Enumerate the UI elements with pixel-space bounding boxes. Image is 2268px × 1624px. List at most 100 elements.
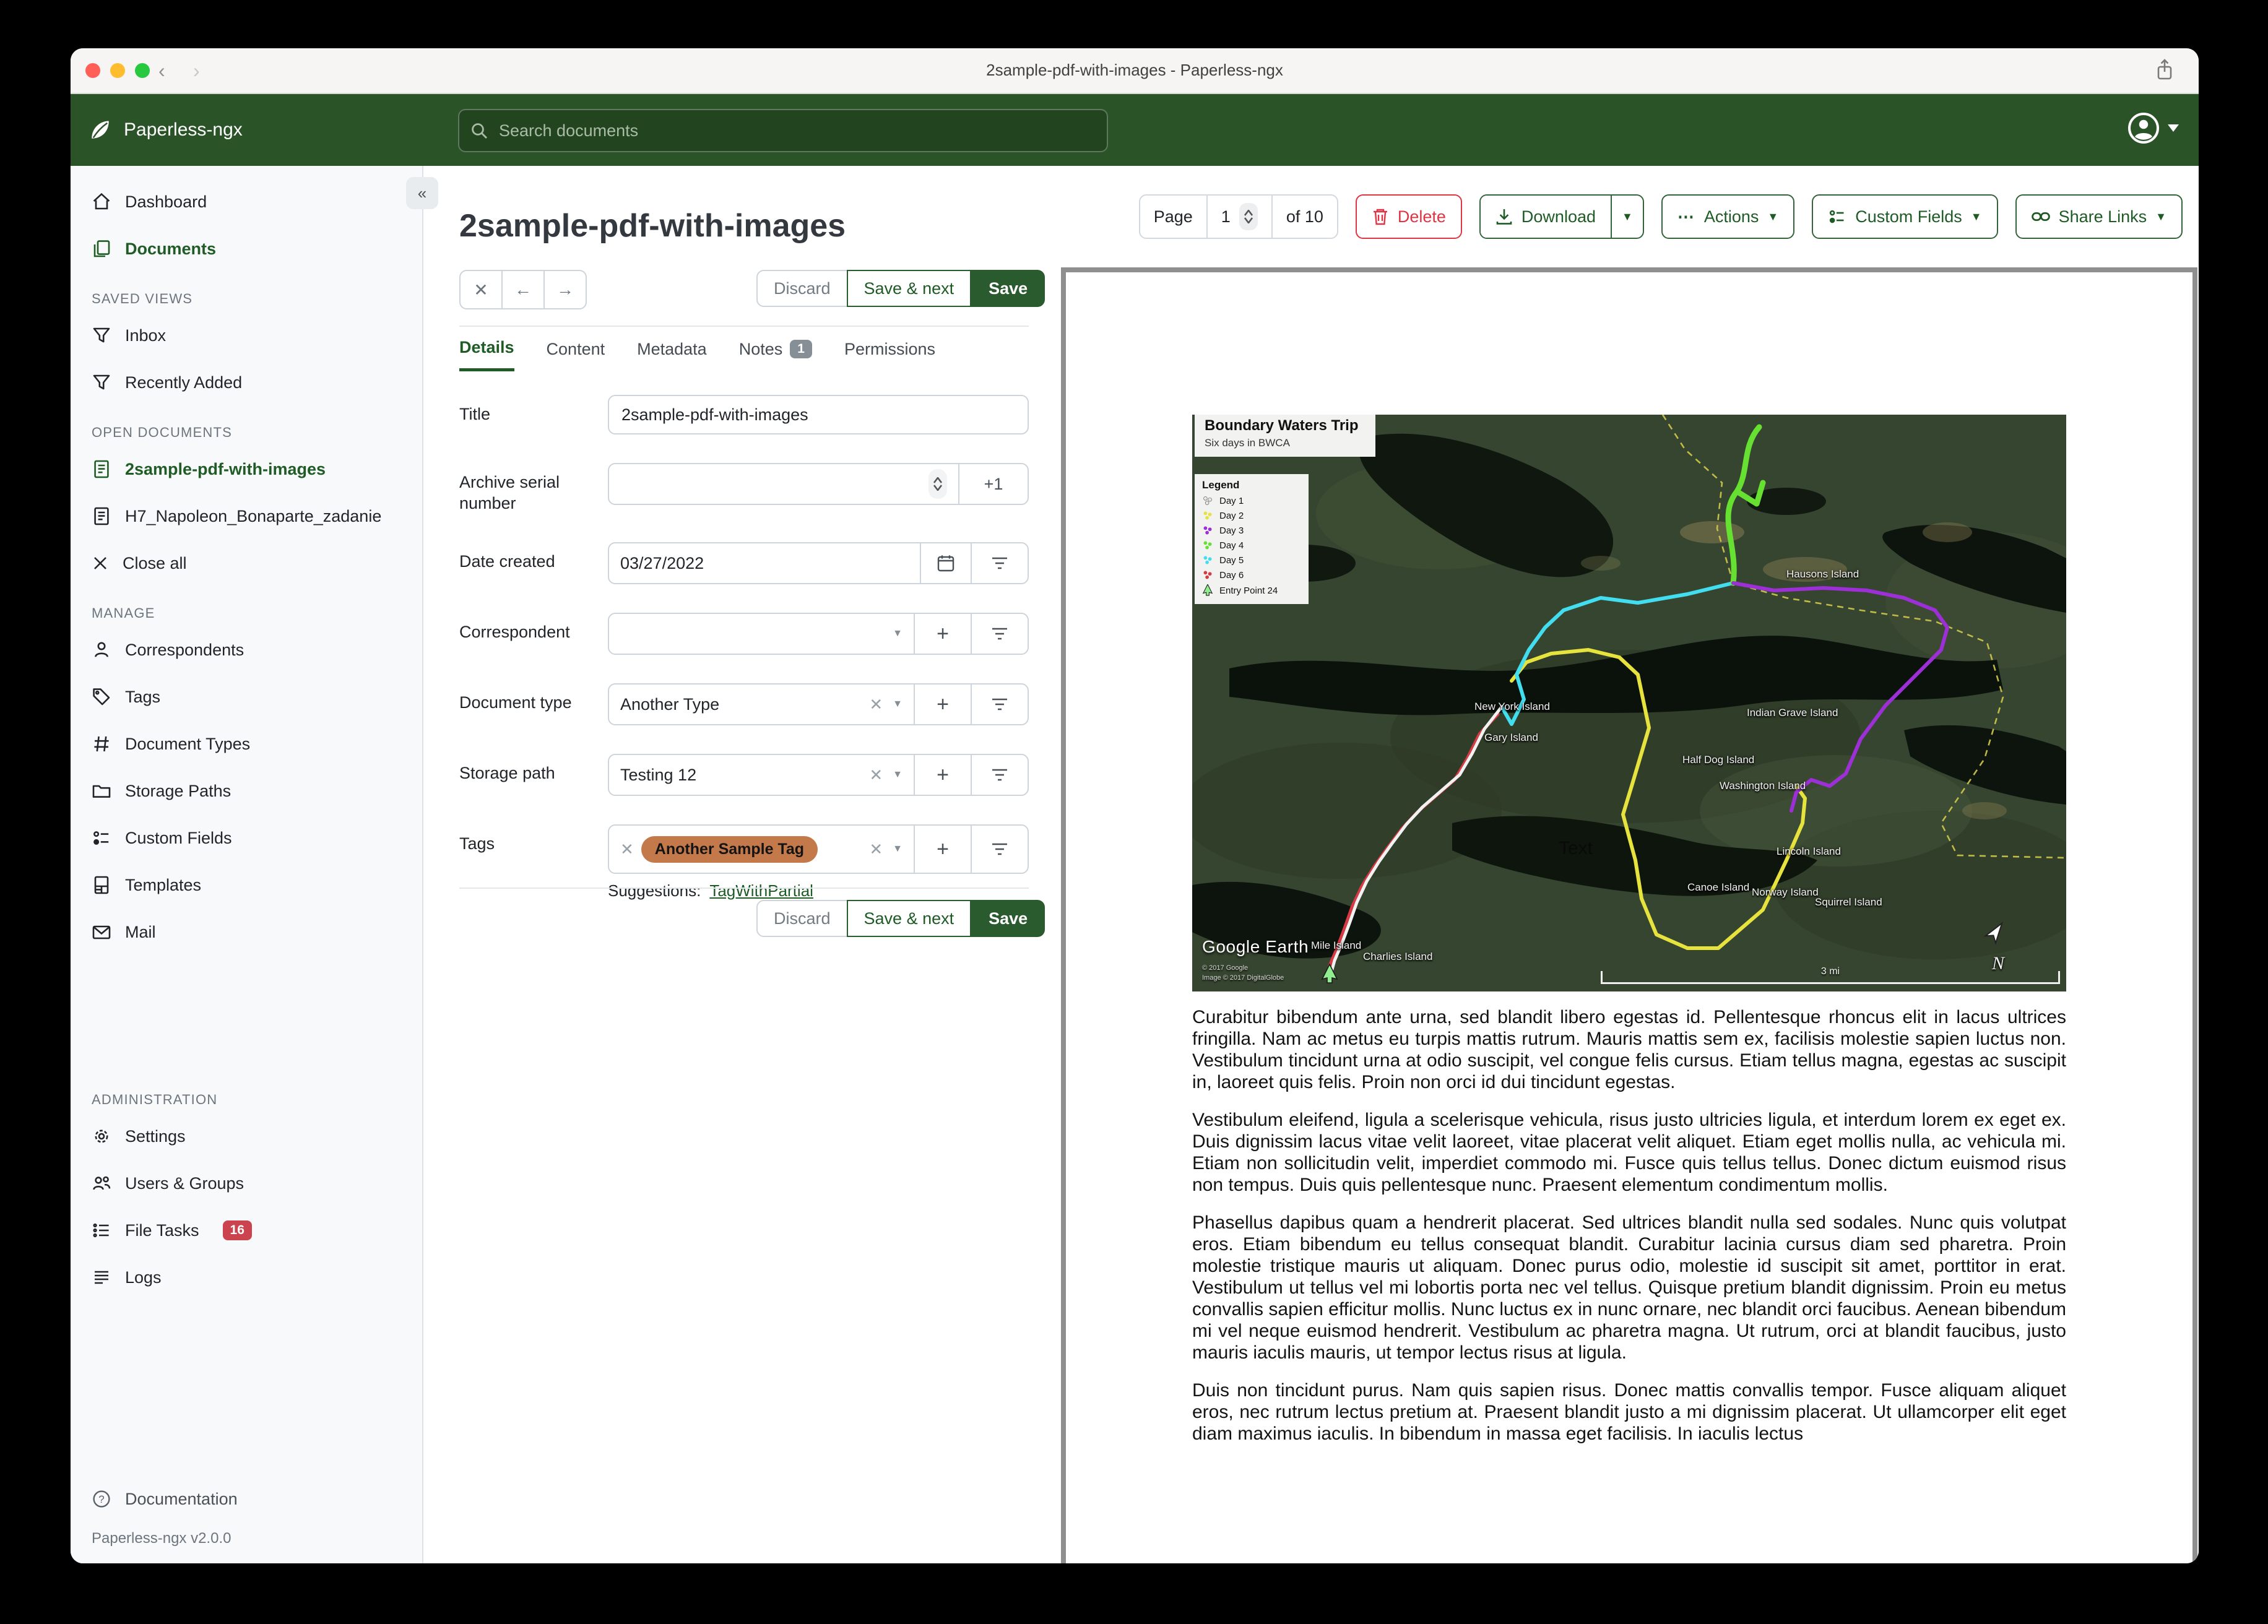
download-caret-button[interactable]: ▼ — [1611, 196, 1643, 238]
document-type-filter-button[interactable] — [971, 685, 1028, 724]
save-button[interactable]: Save — [971, 270, 1045, 307]
search-bar — [458, 109, 1108, 152]
clear-icon[interactable]: ✕ — [869, 840, 883, 859]
remove-tag-icon[interactable]: ✕ — [620, 840, 634, 859]
add-storage-path-button[interactable]: + — [914, 755, 971, 795]
title-input[interactable] — [608, 395, 1029, 434]
sidebar-item-open-doc-2[interactable]: H7_Napoleon_Bonaparte_zadanie — [71, 493, 422, 540]
document-toolbar: Page 1 of 10 Delete Download ▼ ⋯ Actions… — [1138, 194, 2183, 239]
close-document-button[interactable]: ✕ — [461, 271, 501, 308]
window-title: 2sample-pdf-with-images - Paperless-ngx — [986, 61, 1283, 79]
sidebar-collapse-button[interactable]: « — [406, 177, 438, 209]
clear-icon[interactable]: ✕ — [869, 695, 883, 714]
sidebar-item-file-tasks[interactable]: File Tasks 16 — [71, 1207, 422, 1254]
sidebar-item-close-all[interactable]: Close all — [71, 540, 422, 587]
sidebar-item-correspondents[interactable]: Correspondents — [71, 626, 422, 673]
download-button[interactable]: Download — [1480, 196, 1611, 238]
user-menu[interactable] — [2127, 111, 2179, 145]
save-button[interactable]: Save — [971, 900, 1045, 937]
tags-select[interactable]: ✕ Another Sample Tag ✕ ▼ — [609, 826, 914, 873]
tab-label: Content — [546, 339, 605, 358]
north-label: N — [1991, 953, 2004, 974]
add-document-type-button[interactable]: + — [914, 685, 971, 724]
trash-icon — [1373, 209, 1387, 225]
add-correspondent-button[interactable]: + — [914, 614, 971, 654]
paperless-leaf-logo-icon — [92, 121, 109, 139]
app-header: Paperless-ngx — [71, 94, 2199, 166]
sidebar-item-settings[interactable]: Settings — [71, 1113, 422, 1160]
document-type-select[interactable]: Another Type ✕ ▼ — [609, 685, 914, 724]
storage-path-select[interactable]: Testing 12 ✕ ▼ — [609, 755, 914, 795]
sidebar-item-inbox[interactable]: Inbox — [71, 312, 422, 359]
number-stepper[interactable] — [928, 469, 947, 499]
tab-notes[interactable]: Notes 1 — [739, 338, 812, 371]
asn-plus-one-button[interactable]: +1 — [958, 464, 1028, 504]
add-tag-button[interactable]: + — [914, 826, 971, 873]
tab-permissions[interactable]: Permissions — [844, 338, 935, 371]
sidebar-item-document-types[interactable]: Document Types — [71, 720, 422, 767]
previous-document-button[interactable]: ← — [501, 271, 543, 308]
save-and-next-button[interactable]: Save & next — [846, 270, 972, 307]
storage-path-filter-button[interactable] — [971, 755, 1028, 795]
sidebar-item-label: H7_Napoleon_Bonaparte_zadanie — [125, 506, 382, 525]
delete-button[interactable]: Delete — [1355, 194, 1462, 239]
page-stepper[interactable] — [1239, 203, 1258, 230]
suggestion-link[interactable]: TagWithPartial — [709, 881, 813, 901]
tab-content[interactable]: Content — [547, 338, 605, 371]
sidebar-item-templates[interactable]: Templates — [71, 862, 422, 909]
tab-metadata[interactable]: Metadata — [637, 338, 707, 371]
pdf-preview-pane[interactable]: Boundary Waters Trip Six days in BWCA Le… — [1061, 267, 2197, 1563]
app-brand[interactable]: Paperless-ngx — [71, 118, 243, 142]
tags-filter-button[interactable] — [971, 826, 1028, 873]
correspondent-filter-button[interactable] — [971, 614, 1028, 654]
map-text-annotation: Text — [1559, 838, 1593, 858]
search-icon — [472, 123, 487, 139]
sidebar-item-logs[interactable]: Logs — [71, 1254, 422, 1301]
field-label: Date created — [459, 552, 555, 571]
document-type-field-row: Document type Another Type ✕ ▼ + — [459, 683, 1029, 725]
custom-fields-icon — [1830, 210, 1844, 223]
chevron-down-icon: ▼ — [1622, 210, 1633, 223]
share-icon[interactable] — [2155, 58, 2174, 82]
sidebar-item-dashboard[interactable]: Dashboard — [71, 178, 422, 225]
date-created-input[interactable]: 03/27/2022 — [609, 543, 920, 583]
sidebar-item-documents[interactable]: Documents — [71, 225, 422, 272]
page-number-input[interactable]: 1 — [1206, 196, 1271, 238]
save-and-next-button[interactable]: Save & next — [846, 900, 972, 937]
field-label: Archive serial number — [459, 473, 560, 512]
sidebar-item-open-doc-1[interactable]: 2sample-pdf-with-images — [71, 446, 422, 493]
sidebar-item-label: Templates — [125, 875, 202, 894]
tab-label: Permissions — [844, 339, 935, 358]
sidebar-item-mail[interactable]: Mail — [71, 909, 422, 956]
chevron-down-icon: ▼ — [1767, 210, 1779, 223]
actions-button[interactable]: ⋯ Actions ▼ — [1661, 194, 1795, 239]
calendar-button[interactable] — [920, 543, 971, 583]
sidebar-item-label: 2sample-pdf-with-images — [125, 459, 326, 478]
tag-chip[interactable]: Another Sample Tag — [641, 836, 818, 863]
date-created-value: 03/27/2022 — [620, 553, 704, 572]
discard-button[interactable]: Discard — [756, 900, 848, 937]
tab-details[interactable]: Details — [459, 338, 514, 371]
filter-lines-icon — [992, 769, 1007, 781]
asn-input[interactable] — [609, 464, 958, 504]
clear-icon[interactable]: ✕ — [869, 766, 883, 785]
sidebar-item-recently-added[interactable]: Recently Added — [71, 359, 422, 406]
sidebar-item-users-groups[interactable]: Users & Groups — [71, 1160, 422, 1207]
template-file-icon — [94, 876, 109, 894]
dot-cluster-icon — [1203, 511, 1212, 520]
sidebar-item-storage-paths[interactable]: Storage Paths — [71, 767, 422, 814]
chevron-down-icon: ▼ — [893, 699, 902, 709]
search-input[interactable] — [496, 119, 1096, 142]
close-icon — [94, 557, 106, 569]
sidebar-item-tags[interactable]: Tags — [71, 673, 422, 720]
sidebar-item-documentation[interactable]: ? Documentation — [71, 1475, 422, 1522]
legend-label: Day 6 — [1219, 569, 1244, 581]
sidebar-item-custom-fields[interactable]: Custom Fields — [71, 814, 422, 862]
discard-button[interactable]: Discard — [756, 270, 848, 307]
custom-fields-button[interactable]: Custom Fields ▼ — [1812, 194, 1998, 239]
correspondent-select[interactable]: ▼ — [609, 614, 914, 654]
next-document-button[interactable]: → — [543, 271, 586, 308]
date-filter-button[interactable] — [971, 543, 1028, 583]
share-links-button[interactable]: Share Links ▼ — [2015, 194, 2183, 239]
map-copyright: Image © 2017 DigitalGlobe — [1202, 974, 1284, 982]
